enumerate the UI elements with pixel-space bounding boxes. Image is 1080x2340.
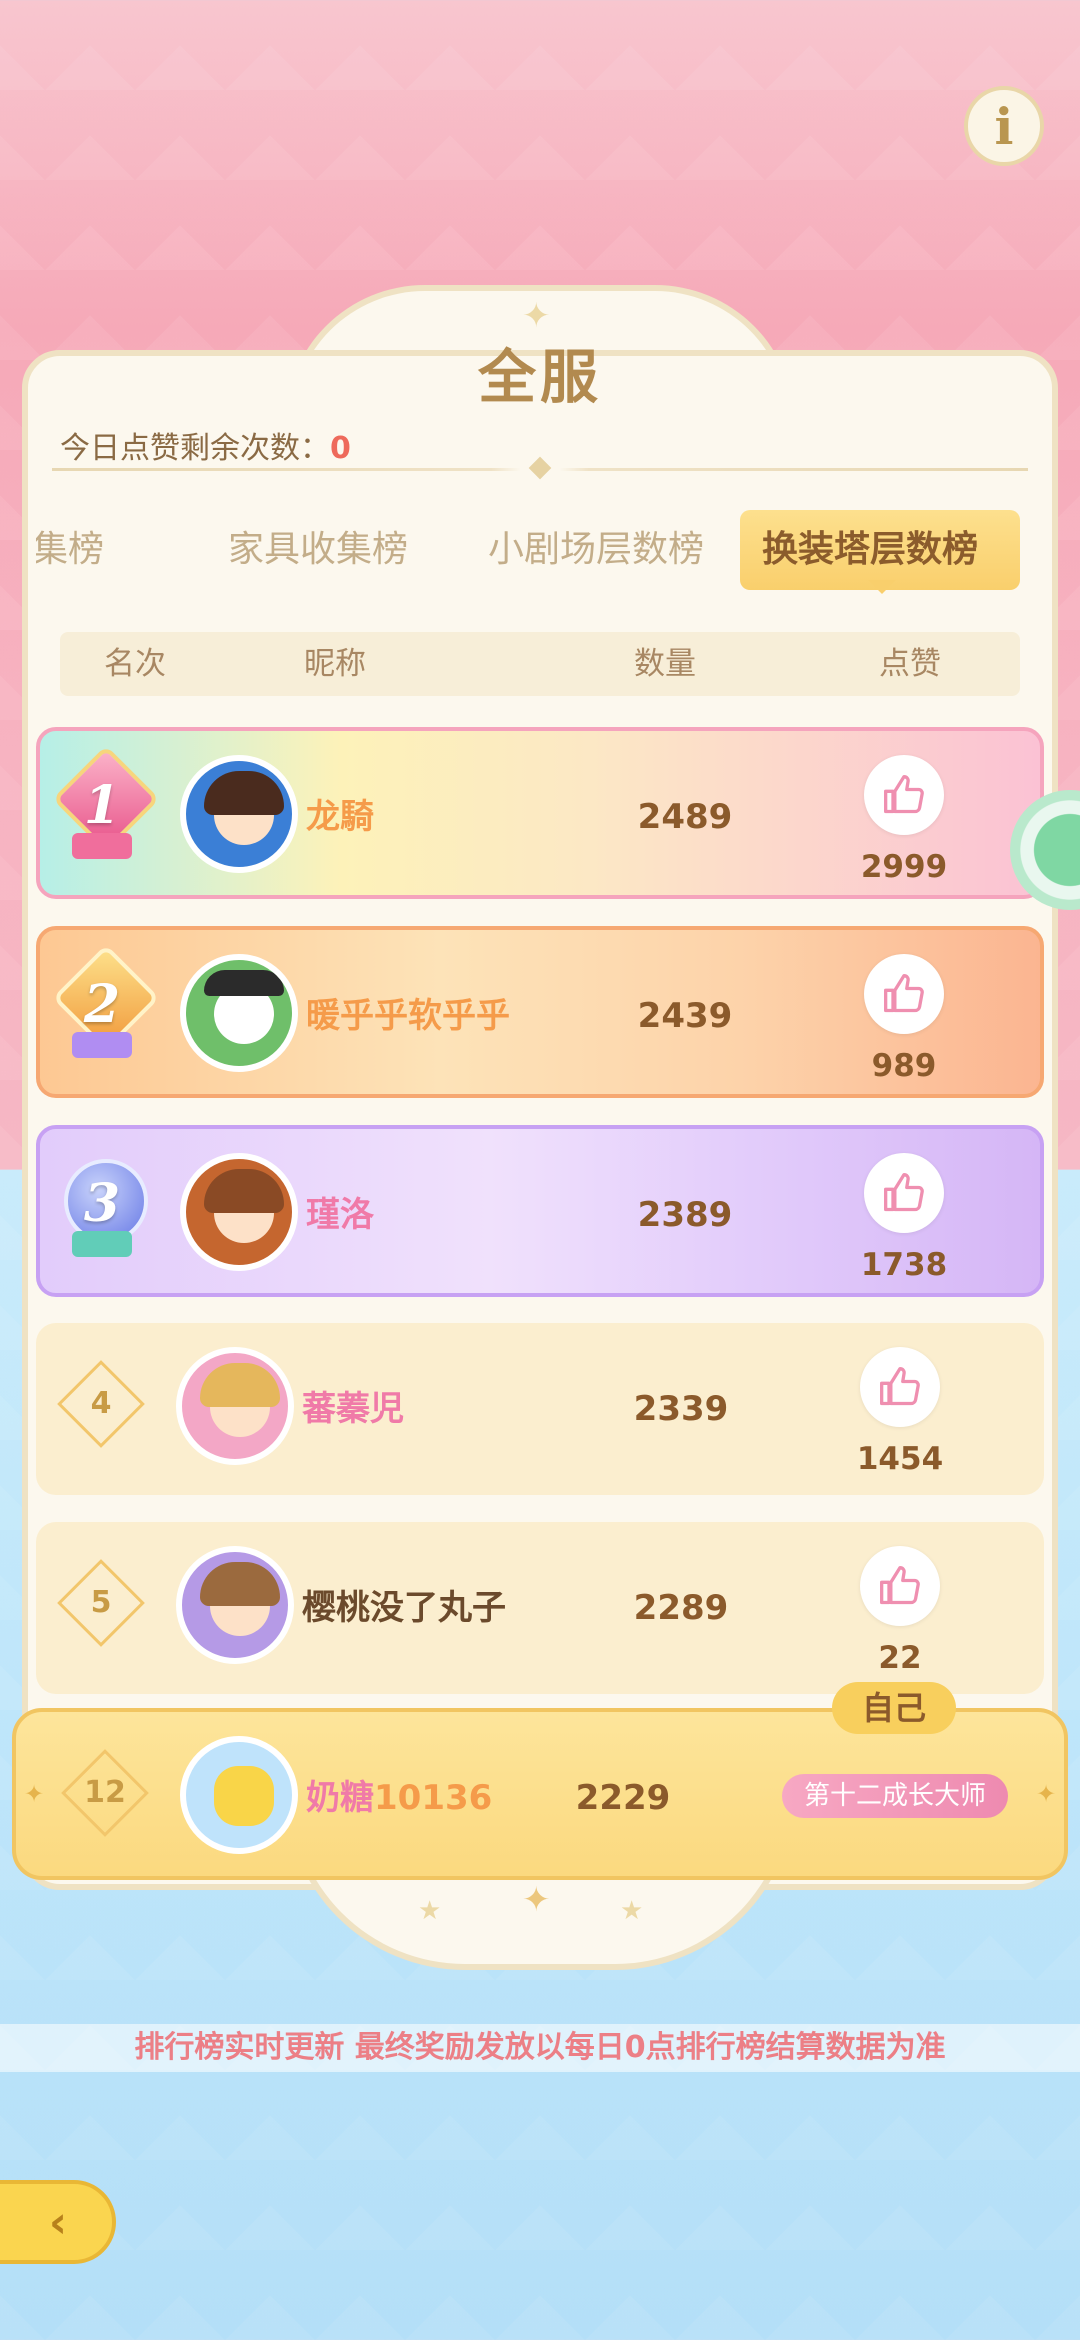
avatar[interactable] xyxy=(180,1153,298,1271)
sparkle-icon: ✦ xyxy=(1036,1780,1057,1808)
score-count: 2229 xyxy=(575,1778,671,1818)
avatar[interactable] xyxy=(176,1347,294,1465)
like-button[interactable] xyxy=(864,1153,944,1233)
avatar[interactable] xyxy=(180,755,298,873)
table-row: 1 龙騎 2489 2999 xyxy=(36,727,1044,899)
nickname-prefix: 奶糖 xyxy=(306,1778,374,1818)
star-decoration-icon: ★ xyxy=(620,1896,644,1926)
footer-notice: 排行榜实时更新 最终奖励发放以每日0点排行榜结算数据为准 xyxy=(0,2024,1080,2072)
tab-collection[interactable]: 收集榜 xyxy=(36,510,104,590)
player-nickname: 樱桃没了丸子 xyxy=(302,1588,506,1628)
score-count: 2289 xyxy=(633,1588,729,1628)
thumbs-up-icon xyxy=(880,1367,920,1406)
active-tab-pointer xyxy=(868,580,896,594)
rank-number: 4 xyxy=(90,1386,112,1421)
back-arrow-icon: ‹ xyxy=(48,2196,68,2248)
tab-theater-floors[interactable]: 小剧场层数榜 xyxy=(488,510,704,590)
column-rank: 名次 xyxy=(104,646,166,682)
score-count: 2489 xyxy=(637,797,733,837)
rank-number: 3 xyxy=(83,1173,121,1234)
title-badge: 第十二成长大师 xyxy=(782,1774,1008,1818)
rank-medal: 2 xyxy=(52,944,160,1060)
rank-medal: 3 xyxy=(58,1159,148,1259)
thumbs-up-icon xyxy=(884,974,924,1013)
like-button[interactable] xyxy=(860,1546,940,1626)
star-decoration-icon: ★ xyxy=(418,1896,442,1926)
thumbs-up-icon xyxy=(884,1173,924,1212)
rank-number: 2 xyxy=(83,974,121,1035)
table-header: 名次 昵称 数量 点赞 xyxy=(60,632,1020,696)
star-decoration-icon: ✦ xyxy=(522,1880,551,1920)
table-row: 2 暖乎乎软乎乎 2439 989 xyxy=(36,926,1044,1098)
self-row: ✦ ✦ 12 奶糖10136 2229 自己 第十二成长大师 xyxy=(12,1682,1068,1880)
page-title: 全服 xyxy=(477,343,602,411)
column-count: 数量 xyxy=(634,646,696,682)
info-icon: i xyxy=(994,96,1014,156)
back-button[interactable]: ‹ xyxy=(0,2180,116,2264)
player-nickname: 蕃蓁児 xyxy=(302,1389,404,1429)
likes-remaining: 今日点赞剩余次数：0 xyxy=(60,423,351,467)
player-nickname: 奶糖10136 xyxy=(306,1712,492,1884)
like-count: 22 xyxy=(878,1640,922,1676)
like-button[interactable] xyxy=(864,954,944,1034)
info-button[interactable]: i xyxy=(964,86,1044,166)
tab-bar: 收集榜 家具收集榜 小剧场层数榜 换装塔层数榜 xyxy=(36,510,1036,590)
player-nickname: 龙騎 xyxy=(306,797,374,837)
table-row: 3 瑾洛 2389 1738 xyxy=(36,1125,1044,1297)
score-count: 2389 xyxy=(637,1195,733,1235)
self-tag: 自己 xyxy=(832,1682,956,1734)
rank-number: 12 xyxy=(84,1775,126,1810)
score-count: 2339 xyxy=(633,1389,729,1429)
like-count: 2999 xyxy=(860,849,948,885)
likes-remaining-label: 今日点赞剩余次数： xyxy=(60,431,330,466)
tab-furniture-collection[interactable]: 家具收集榜 xyxy=(228,510,408,590)
player-nickname: 暖乎乎软乎乎 xyxy=(306,996,510,1036)
column-nickname: 昵称 xyxy=(304,646,366,682)
avatar[interactable] xyxy=(176,1546,294,1664)
sparkle-icon: ✦ xyxy=(24,1780,45,1808)
like-count: 1454 xyxy=(856,1441,944,1477)
likes-remaining-value: 0 xyxy=(330,431,351,466)
like-button[interactable] xyxy=(864,755,944,835)
nickname-suffix: 10136 xyxy=(374,1778,493,1818)
table-row: 4 蕃蓁児 2339 1454 xyxy=(36,1323,1044,1495)
player-nickname: 瑾洛 xyxy=(306,1195,374,1235)
thumbs-up-icon xyxy=(884,775,924,814)
column-likes: 点赞 xyxy=(879,646,941,682)
thumbs-up-icon xyxy=(880,1566,920,1605)
like-count: 989 xyxy=(871,1048,937,1084)
rank-medal: 1 xyxy=(52,745,160,861)
like-count: 1738 xyxy=(860,1247,948,1283)
avatar[interactable] xyxy=(180,954,298,1072)
rank-number: 5 xyxy=(90,1585,112,1620)
avatar[interactable] xyxy=(180,1736,298,1854)
rank-number: 1 xyxy=(83,775,121,836)
tab-dressup-tower-floors[interactable]: 换装塔层数榜 xyxy=(740,510,1020,590)
like-button[interactable] xyxy=(860,1347,940,1427)
score-count: 2439 xyxy=(637,996,733,1036)
table-row: 5 樱桃没了丸子 2289 22 xyxy=(36,1522,1044,1694)
